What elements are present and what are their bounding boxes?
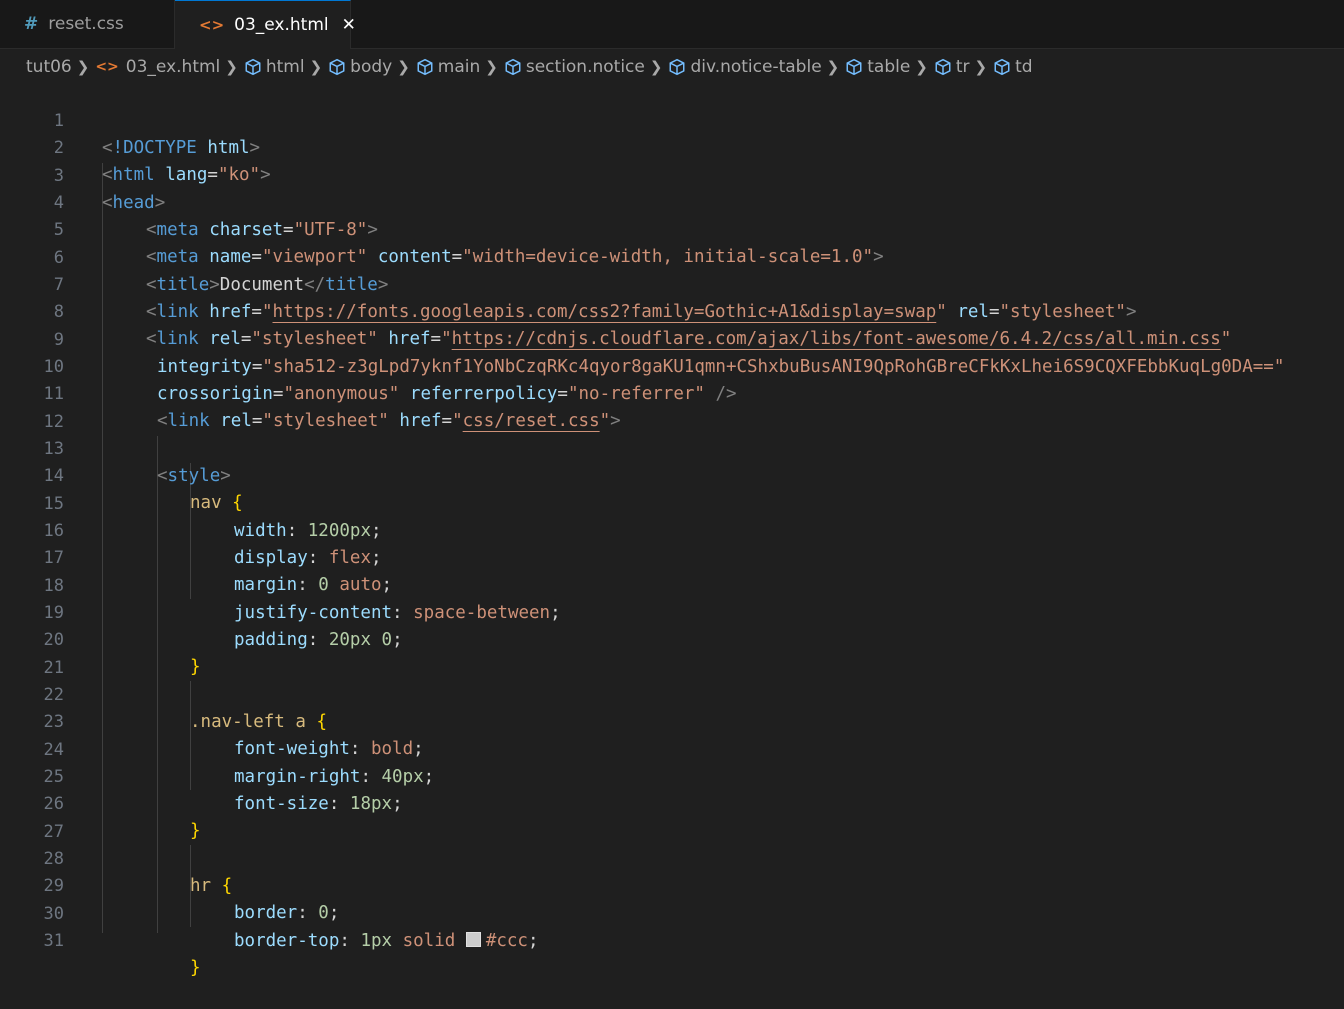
code-line: 1 <!DOCTYPE html>	[0, 81, 1344, 158]
breadcrumb-symbol-div[interactable]: div.notice-table ❯	[668, 57, 845, 77]
breadcrumb-folder[interactable]: tut06 ❯	[26, 57, 95, 77]
chevron-right-icon: ❯	[397, 58, 410, 76]
breadcrumb-symbol-table[interactable]: table ❯	[845, 57, 934, 77]
code-line: 22 .nav-left a {	[0, 655, 1344, 732]
code-line: 10 crossorigin="anonymous" referrerpolic…	[0, 327, 1344, 404]
code-line: 9 integrity="sha512-z3gLpd7yknf1YoNbCzqR…	[0, 300, 1344, 377]
code-line: 21	[0, 628, 1344, 678]
cube-icon	[994, 58, 1010, 76]
code-line: 31 }	[0, 901, 1344, 978]
code-line: 16 display: flex;	[0, 491, 1344, 568]
breadcrumb-symbol-main[interactable]: main ❯	[416, 57, 504, 77]
code-line: 13 <style>	[0, 409, 1344, 486]
line-number: 31	[43, 931, 64, 951]
breadcrumb-symbol-body[interactable]: body ❯	[328, 57, 416, 77]
code-line: 14 nav {	[0, 436, 1344, 513]
cube-icon	[245, 58, 261, 76]
css-value: 1px	[360, 931, 393, 951]
code-line: 8 <link rel="stylesheet" href="https://c…	[0, 272, 1344, 349]
breadcrumb-symbol-label: table	[867, 57, 911, 77]
code-line: 20 }	[0, 600, 1344, 677]
close-icon[interactable]: ✕	[342, 15, 356, 35]
cube-icon	[417, 58, 433, 76]
breadcrumb-symbol-label: div.notice-table	[690, 57, 822, 77]
code-line: 4 <meta charset="UTF-8">	[0, 163, 1344, 240]
cube-icon	[505, 58, 521, 76]
chevron-right-icon: ❯	[76, 58, 90, 76]
chevron-right-icon: ❯	[485, 58, 498, 76]
tab-label: reset.css	[48, 14, 124, 34]
html-file-icon: <>	[199, 16, 225, 34]
breadcrumb-file[interactable]: <> 03_ex.html ❯	[95, 57, 244, 77]
cube-icon	[669, 58, 685, 76]
code-line: 23 font-weight: bold;	[0, 682, 1344, 759]
breadcrumb-symbol-section[interactable]: section.notice ❯	[504, 57, 669, 77]
breadcrumb: tut06 ❯ <> 03_ex.html ❯ html ❯ body ❯ main ❯ s…	[26, 53, 1033, 81]
code-line: 18 justify-content: space-between;	[0, 546, 1344, 623]
tab-reset-css[interactable]: # reset.css	[0, 0, 175, 48]
tab-03-ex-html[interactable]: <> 03_ex.html ✕	[175, 0, 356, 49]
breadcrumb-symbol-label: section.notice	[525, 57, 645, 77]
breadcrumb-symbol-label: main	[437, 57, 481, 77]
breadcrumb-symbol-label: body	[350, 57, 393, 77]
code-line: 11 <link rel="stylesheet" href="css/rese…	[0, 354, 1344, 431]
code-line: 27	[0, 792, 1344, 842]
breadcrumb-symbol-html[interactable]: html ❯	[244, 57, 328, 77]
breadcrumb-symbol-label: td	[1015, 57, 1033, 77]
tab-label: 03_ex.html	[234, 15, 329, 35]
code-line: 7 <link href="https://fonts.googleapis.c…	[0, 245, 1344, 322]
breadcrumb-file-label: 03_ex.html	[125, 57, 221, 77]
code-editor[interactable]: 1 <!DOCTYPE html> 2 <html lang="ko"> 3 <…	[0, 81, 1344, 978]
code-line: 26 }	[0, 764, 1344, 841]
code-line: 6 <title>Document</title>	[0, 218, 1344, 295]
chevron-right-icon: ❯	[915, 58, 928, 76]
breadcrumb-symbol-tr[interactable]: tr ❯	[934, 57, 993, 77]
code-text: }	[190, 958, 201, 978]
code-line: 15 width: 1200px;	[0, 464, 1344, 541]
code-text: border-top: 1px solid #ccc;	[234, 931, 539, 951]
chevron-right-icon: ❯	[309, 58, 323, 76]
css-property: border-top	[234, 931, 340, 951]
color-swatch[interactable]	[465, 932, 481, 947]
code-line: 29 border: 0;	[0, 846, 1344, 923]
code-line: 12	[0, 382, 1344, 432]
cube-icon	[935, 58, 951, 76]
code-line: 25 font-size: 18px;	[0, 737, 1344, 814]
code-line: 17 margin: 0 auto;	[0, 518, 1344, 595]
code-line: 5 <meta name="viewport" content="width=d…	[0, 190, 1344, 267]
breadcrumb-symbol-td[interactable]: td	[993, 57, 1033, 77]
chevron-right-icon: ❯	[974, 58, 988, 76]
chevron-right-icon: ❯	[649, 58, 663, 76]
css-value: solid	[402, 931, 456, 951]
code-line: 19 padding: 20px 0;	[0, 573, 1344, 650]
chevron-right-icon: ❯	[225, 58, 238, 76]
html-file-icon: <>	[95, 59, 119, 75]
editor-tab-bar: # reset.css <> 03_ex.html ✕	[0, 0, 1344, 49]
code-line: 28 hr {	[0, 819, 1344, 896]
code-line: 2 <html lang="ko">	[0, 108, 1344, 185]
breadcrumb-folder-label: tut06	[26, 57, 72, 77]
code-line: 3 <head>	[0, 136, 1344, 213]
chevron-right-icon: ❯	[826, 58, 840, 76]
breadcrumb-symbol-label: tr	[955, 57, 970, 77]
code-line: 24 margin-right: 40px;	[0, 710, 1344, 787]
cube-icon	[846, 58, 862, 76]
cube-icon	[329, 58, 345, 76]
breadcrumb-symbol-label: html	[265, 57, 305, 77]
css-color-value: #ccc	[485, 931, 528, 951]
code-line: 30 border-top: 1px solid #ccc;	[0, 874, 1344, 951]
css-file-icon: #	[24, 14, 39, 34]
